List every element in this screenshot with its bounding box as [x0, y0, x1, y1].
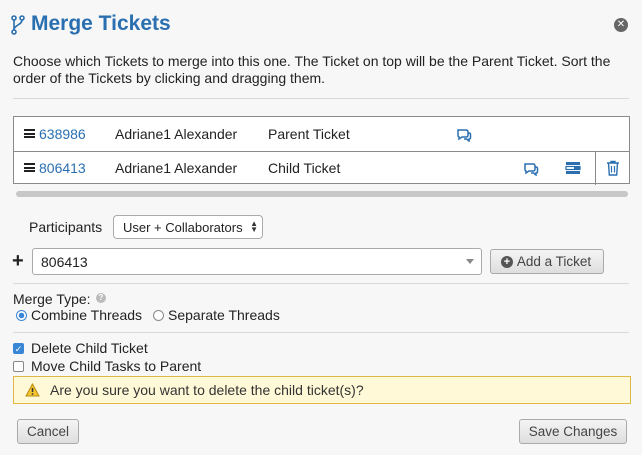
column-divider [595, 151, 596, 185]
plus-icon: + [12, 250, 24, 272]
tasks-icon[interactable] [565, 161, 581, 175]
plus-circle-icon: + [501, 256, 513, 268]
cancel-button[interactable]: Cancel [17, 419, 79, 444]
thread-icon[interactable] [456, 128, 472, 142]
merge-icon [11, 15, 25, 35]
delete-child-label[interactable]: Delete Child Ticket [31, 340, 148, 356]
ticket-role: Child Ticket [268, 160, 341, 176]
delete-child-checkbox[interactable]: ✓ [13, 343, 24, 354]
participants-select[interactable]: User + Collaborators ▲ ▼ [113, 215, 263, 239]
close-icon[interactable]: ✕ [614, 18, 628, 32]
move-tasks-checkbox[interactable] [13, 361, 24, 372]
ticket-search-value: 806413 [41, 254, 88, 270]
ticket-user-name: Adriane1 Alexander [115, 126, 238, 142]
ticket-row-child[interactable]: 806413 Adriane1 Alexander Child Ticket [14, 151, 629, 185]
divider [13, 283, 629, 284]
ticket-role: Parent Ticket [268, 126, 350, 142]
ticket-number-link[interactable]: 638986 [39, 126, 86, 142]
merge-instructions: Choose which Tickets to merge into this … [13, 53, 611, 86]
ticket-number-link[interactable]: 806413 [39, 160, 86, 176]
combine-threads-label[interactable]: Combine Threads [31, 307, 142, 323]
ticket-list: 638986 Adriane1 Alexander Parent Ticket … [13, 116, 630, 185]
warning-text: Are you sure you want to delete the chil… [50, 382, 364, 398]
separate-threads-radio[interactable] [153, 310, 164, 321]
chevron-down-icon[interactable] [466, 259, 474, 264]
add-ticket-label: Add a Ticket [516, 254, 592, 269]
participants-label: Participants [29, 219, 103, 235]
divider [13, 332, 629, 333]
add-ticket-button[interactable]: + Add a Ticket [490, 249, 604, 274]
horizontal-scrollbar[interactable] [16, 191, 628, 197]
merge-type-label: Merge Type: [13, 291, 91, 307]
select-arrows-icon: ▲ ▼ [250, 219, 258, 234]
move-tasks-label[interactable]: Move Child Tasks to Parent [31, 358, 201, 374]
ticket-row-parent[interactable]: 638986 Adriane1 Alexander Parent Ticket [14, 117, 629, 152]
delete-warning-banner: Are you sure you want to delete the chil… [13, 376, 631, 404]
help-icon[interactable]: ? [96, 293, 106, 303]
thread-icon[interactable] [523, 162, 539, 176]
ticket-user-name: Adriane1 Alexander [115, 160, 238, 176]
dialog-title: Merge Tickets [31, 12, 171, 35]
warning-icon [25, 383, 40, 397]
trash-icon[interactable] [606, 160, 620, 176]
save-changes-button[interactable]: Save Changes [519, 419, 627, 444]
participants-selected-value: User + Collaborators [123, 220, 243, 235]
separate-threads-label[interactable]: Separate Threads [168, 307, 280, 323]
divider [13, 98, 629, 99]
ticket-search-combobox[interactable]: 806413 [32, 248, 482, 275]
combine-threads-radio[interactable] [16, 310, 27, 321]
drag-handle-icon[interactable] [24, 163, 35, 172]
drag-handle-icon[interactable] [24, 129, 35, 138]
